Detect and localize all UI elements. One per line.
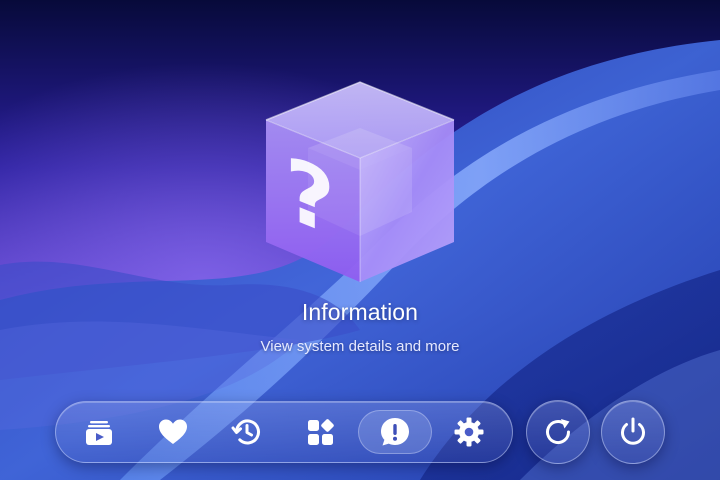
svg-text:?: ? [285, 137, 335, 257]
question-cube-icon: ? [265, 81, 455, 282]
dock-item-history[interactable] [210, 410, 284, 454]
clock-history-icon [231, 419, 260, 445]
power-button[interactable] [601, 400, 665, 464]
apps-grid-icon [308, 419, 334, 445]
restart-icon [546, 419, 571, 445]
play-stack-icon [86, 421, 112, 445]
dock-item-settings[interactable] [432, 410, 506, 454]
page-subtitle: View system details and more [260, 338, 460, 355]
restart-button[interactable] [526, 400, 590, 464]
gear-icon [454, 417, 484, 447]
power-icon [621, 417, 645, 445]
heart-icon [159, 419, 187, 444]
dock-item-information[interactable] [358, 410, 432, 454]
dock-item-favorites[interactable] [136, 410, 210, 454]
exclamation-bubble-icon [381, 418, 409, 446]
dock-item-media-library[interactable] [62, 410, 136, 454]
dock-item-apps[interactable] [284, 410, 358, 454]
dock-bar [55, 401, 513, 463]
page-title: Information [301, 299, 419, 325]
